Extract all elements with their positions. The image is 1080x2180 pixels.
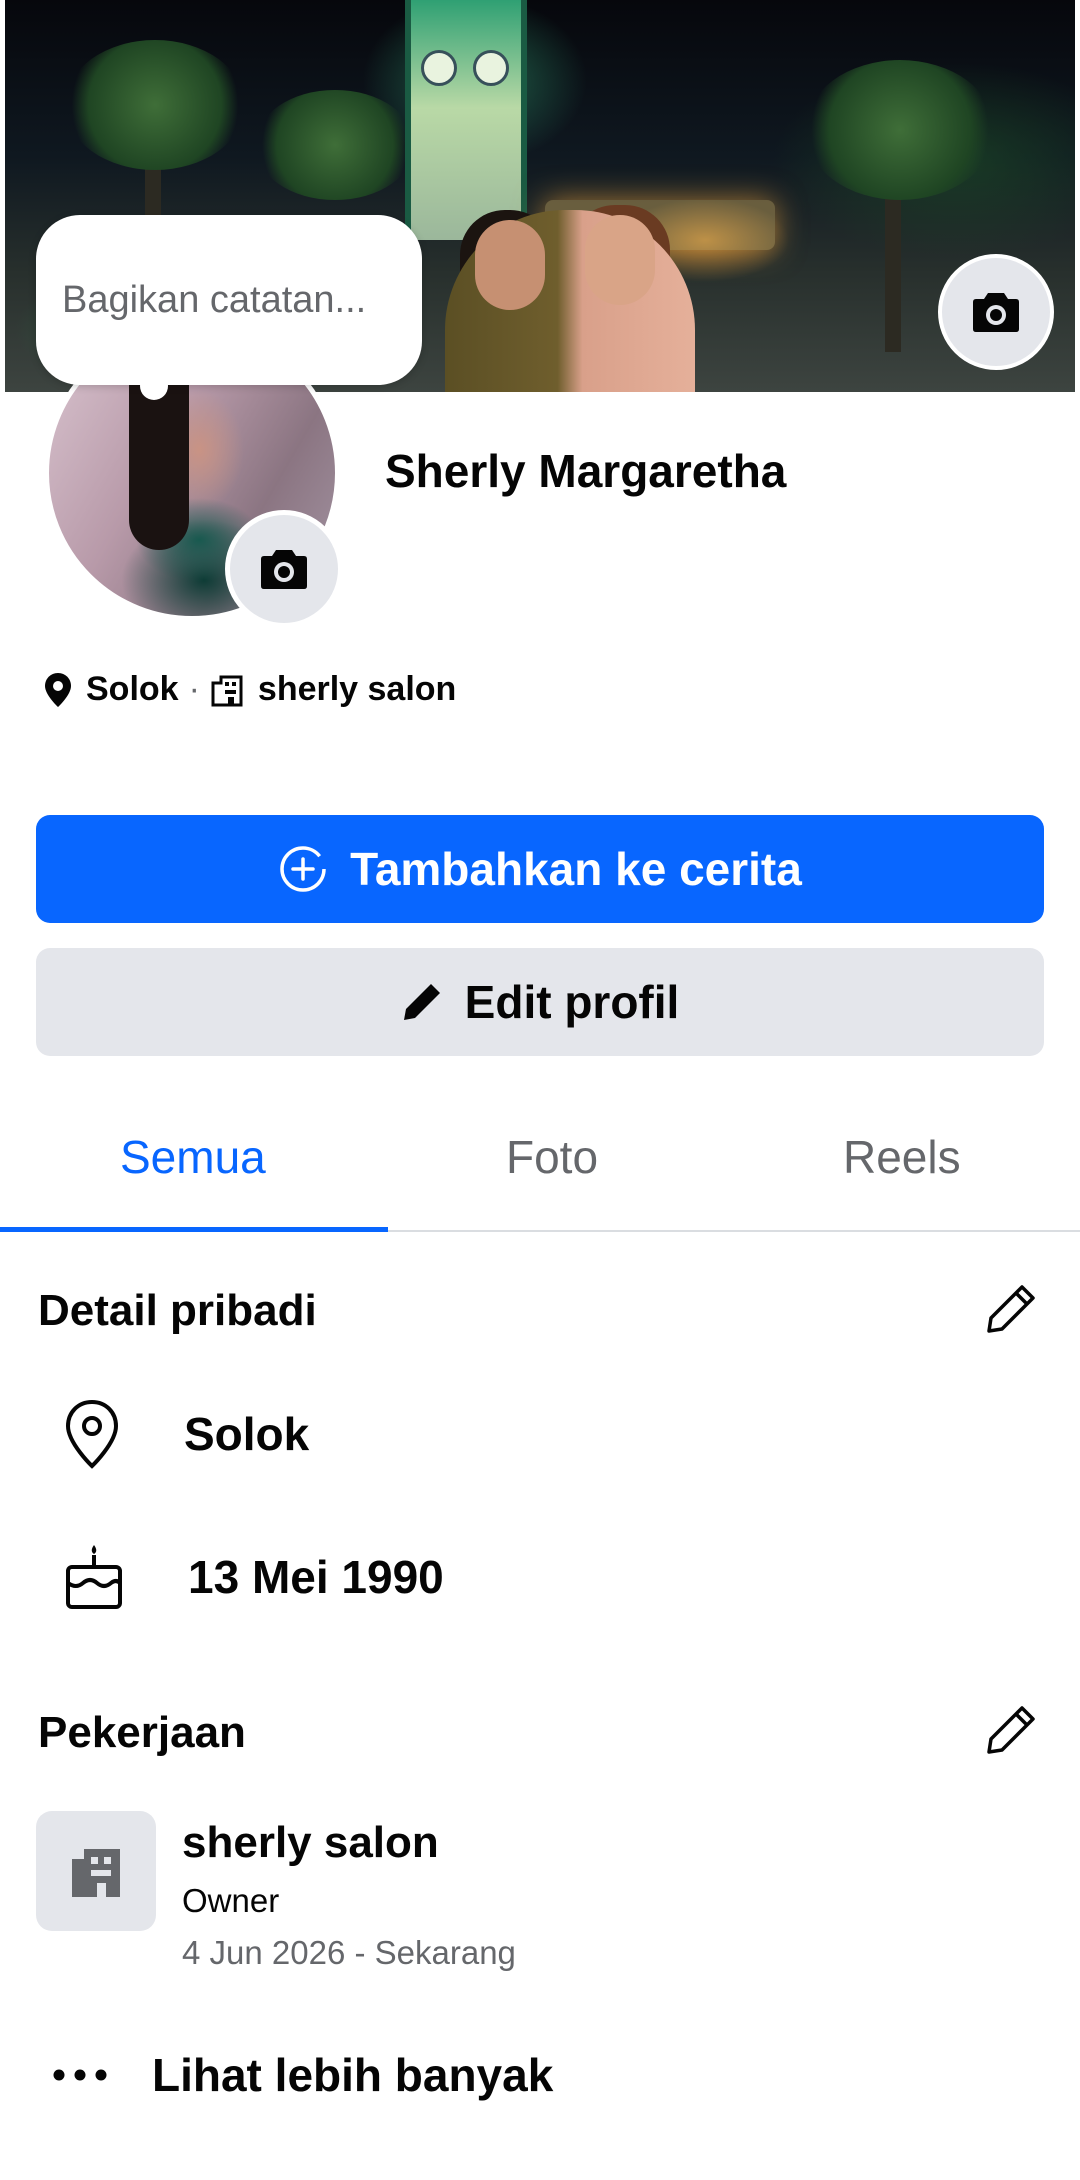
see-more-label: Lihat lebih banyak (152, 2049, 554, 2101)
more-dots-icon (53, 2069, 107, 2081)
work-company-icon-box[interactable] (36, 1811, 156, 1931)
tab-semua[interactable]: Semua (120, 1130, 266, 1184)
tab-foto[interactable]: Foto (506, 1130, 598, 1184)
cover-decor (585, 215, 655, 305)
profile-tabs: Semua Foto Reels (0, 1090, 1080, 1232)
meta-location: Solok (86, 670, 179, 708)
add-to-story-button[interactable]: Tambahkan ke cerita (36, 815, 1044, 923)
work-section-title: Pekerjaan (38, 1708, 246, 1757)
work-role: Owner (182, 1882, 280, 1919)
building-icon (72, 1849, 120, 1897)
cover-decor (405, 0, 527, 240)
building-icon (211, 675, 243, 706)
meta-separator: · (188, 670, 200, 708)
plus-circle-icon (280, 846, 326, 892)
cover-decor (421, 50, 457, 86)
pencil-icon (403, 984, 440, 1020)
note-placeholder: Bagikan catatan... (62, 278, 367, 321)
cover-decor (255, 90, 415, 200)
active-tab-indicator (0, 1227, 388, 1232)
edit-cover-photo-button[interactable] (938, 254, 1054, 370)
add-to-story-label: Tambahkan ke cerita (350, 843, 802, 895)
edit-profile-label: Edit profil (464, 976, 680, 1028)
share-note-bubble[interactable]: Bagikan catatan... (36, 215, 422, 385)
detail-location-row: Solok (62, 1398, 309, 1470)
camera-icon (261, 550, 307, 589)
tab-reels[interactable]: Reels (843, 1130, 961, 1184)
see-more-button[interactable]: Lihat lebih banyak (52, 2048, 553, 2102)
work-dates: 4 Jun 2026 - Sekarang (182, 1934, 516, 1971)
detail-birthday-text: 13 Mei 1990 (188, 1551, 444, 1603)
work-company-name[interactable]: sherly salon (182, 1818, 439, 1868)
profile-name: Sherly Margaretha (385, 445, 787, 497)
pencil-outline-icon (987, 1285, 1035, 1333)
edit-profile-photo-button[interactable] (225, 510, 343, 628)
personal-details-title: Detail pribadi (38, 1286, 317, 1335)
location-pin-outline-icon (65, 1399, 119, 1469)
profile-meta-row: Solok · sherly salon (44, 670, 456, 709)
detail-location-text: Solok (184, 1408, 310, 1460)
location-pin-icon (45, 672, 71, 707)
pencil-outline-icon (987, 1706, 1035, 1754)
note-bubble-tail (140, 372, 168, 400)
edit-personal-details-button[interactable] (984, 1282, 1038, 1341)
cover-decor (65, 40, 245, 170)
meta-workplace: sherly salon (257, 670, 457, 708)
cake-icon (66, 1545, 122, 1609)
camera-icon (973, 293, 1019, 332)
cover-decor (475, 220, 545, 310)
cover-decor (473, 50, 509, 86)
edit-profile-button[interactable]: Edit profil (36, 948, 1044, 1056)
edit-work-button[interactable] (984, 1703, 1038, 1762)
cover-decor (805, 60, 995, 200)
detail-birthday-row: 13 Mei 1990 (62, 1543, 444, 1611)
